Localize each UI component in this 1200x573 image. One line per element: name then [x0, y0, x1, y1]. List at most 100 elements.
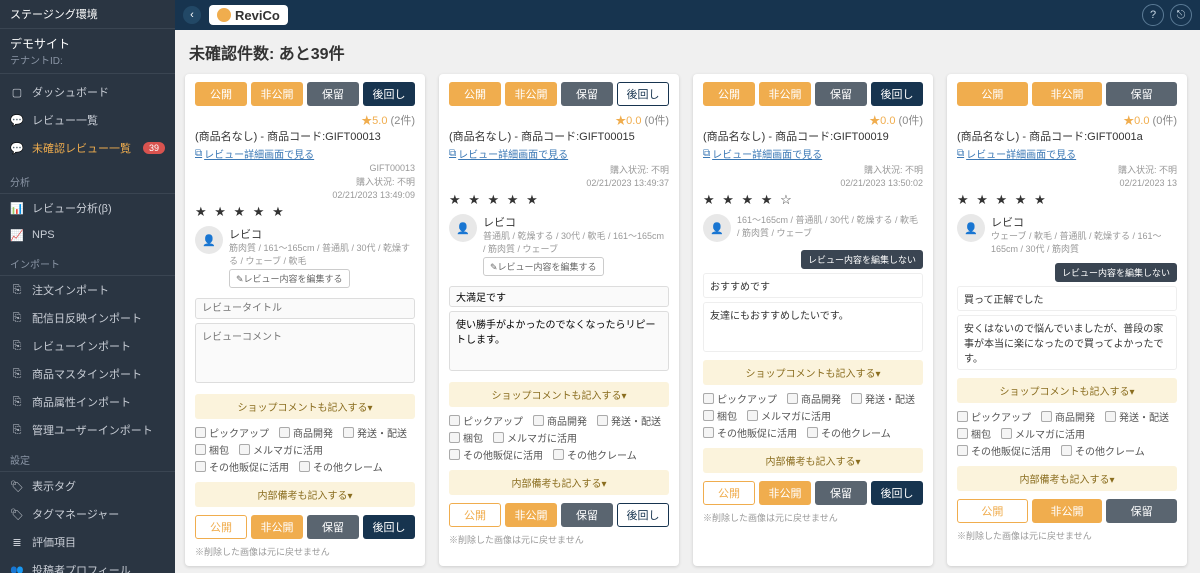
edit-content-button[interactable]: ✎レビュー内容を編集する — [483, 257, 604, 276]
private-button[interactable]: 非公開 — [759, 82, 811, 106]
chk-mail[interactable]: メルマガに活用 — [239, 442, 323, 457]
chk-ship[interactable]: 発送・配送 — [1105, 409, 1169, 424]
chk-dev[interactable]: 商品開発 — [787, 391, 841, 406]
sidebar-collapse-button[interactable]: ‹ — [183, 6, 201, 24]
private-button[interactable]: 非公開 — [251, 82, 303, 106]
nav-review-import[interactable]: ⎘レビューインポート — [0, 332, 175, 360]
detail-link[interactable]: ⧉レビュー詳細画面で見る — [957, 146, 1177, 161]
private-button[interactable]: 非公開 — [505, 503, 557, 527]
hold-button[interactable]: 保留 — [307, 515, 359, 539]
publish-button[interactable]: 公開 — [195, 515, 247, 539]
chk-pack[interactable]: 梱包 — [449, 430, 483, 445]
chk-mail[interactable]: メルマガに活用 — [493, 430, 577, 445]
shop-comment-toggle[interactable]: ショップコメントも記入する▾ — [957, 378, 1177, 403]
nav-unconfirmed[interactable]: 💬未確認レビュー一覧39 — [0, 134, 175, 162]
later-button[interactable]: 後回し — [871, 82, 923, 106]
nav-admin-user-import[interactable]: ⎘管理ユーザーインポート — [0, 416, 175, 444]
no-edit-button[interactable]: レビュー内容を編集しない — [1055, 263, 1177, 282]
detail-link[interactable]: ⧉レビュー詳細画面で見る — [703, 146, 923, 161]
chk-pack[interactable]: 梱包 — [957, 426, 991, 441]
rating-count: (0件) — [1153, 115, 1177, 127]
nav-contributor-profile[interactable]: 👥投稿者プロフィール — [0, 556, 175, 573]
chk-dev[interactable]: 商品開発 — [533, 413, 587, 428]
nav-reviews[interactable]: 💬レビュー一覧 — [0, 106, 175, 134]
nav-dashboard[interactable]: ▢ダッシュボード — [0, 78, 175, 106]
publish-button[interactable]: 公開 — [957, 499, 1028, 523]
no-edit-button[interactable]: レビュー内容を編集しない — [801, 250, 923, 269]
internal-note-toggle[interactable]: 内部備考も記入する▾ — [195, 482, 415, 507]
nav-review-analysis[interactable]: 📊レビュー分析(β) — [0, 194, 175, 222]
nav-display-tag[interactable]: 🏷表示タグ — [0, 472, 175, 500]
help-button[interactable]: ? — [1142, 4, 1164, 26]
publish-button[interactable]: 公開 — [703, 481, 755, 505]
chk-other-claim[interactable]: その他クレーム — [807, 425, 891, 440]
nav-rating-items[interactable]: ≣評価項目 — [0, 528, 175, 556]
chk-other-sale[interactable]: その他販促に活用 — [703, 425, 797, 440]
logout-button[interactable]: ⎋ — [1170, 4, 1192, 26]
chk-ship[interactable]: 発送・配送 — [851, 391, 915, 406]
shop-comment-toggle[interactable]: ショップコメントも記入する▾ — [449, 382, 669, 407]
private-button[interactable]: 非公開 — [251, 515, 303, 539]
chk-mail[interactable]: メルマガに活用 — [1001, 426, 1085, 441]
chk-other-claim[interactable]: その他クレーム — [1061, 443, 1145, 458]
private-button[interactable]: 非公開 — [505, 82, 557, 106]
chk-pickup[interactable]: ピックアップ — [957, 409, 1031, 424]
shop-comment-toggle[interactable]: ショップコメントも記入する▾ — [195, 394, 415, 419]
chk-pack[interactable]: 梱包 — [703, 408, 737, 423]
chk-mail[interactable]: メルマガに活用 — [747, 408, 831, 423]
private-button[interactable]: 非公開 — [1032, 82, 1103, 106]
chk-other-claim[interactable]: その他クレーム — [553, 447, 637, 462]
chk-ship[interactable]: 発送・配送 — [597, 413, 661, 428]
hold-button[interactable]: 保留 — [1106, 82, 1177, 106]
chk-pickup[interactable]: ピックアップ — [703, 391, 777, 406]
hold-button[interactable]: 保留 — [307, 82, 359, 106]
chk-other-claim[interactable]: その他クレーム — [299, 459, 383, 474]
hold-button[interactable]: 保留 — [561, 503, 613, 527]
review-cards-row: 公開 非公開 保留 後回し ★5.0 (2件) (商品名なし) - 商品コード:… — [185, 74, 1200, 566]
later-button[interactable]: 後回し — [363, 515, 415, 539]
section-import: インポート — [0, 252, 175, 276]
chk-dev[interactable]: 商品開発 — [1041, 409, 1095, 424]
detail-link[interactable]: ⧉レビュー詳細画面で見る — [195, 146, 415, 161]
chk-ship[interactable]: 発送・配送 — [343, 425, 407, 440]
import-icon: ⎘ — [10, 339, 24, 353]
review-title-input[interactable] — [449, 286, 669, 307]
detail-link[interactable]: ⧉レビュー詳細画面で見る — [449, 146, 669, 161]
private-button[interactable]: 非公開 — [759, 481, 811, 505]
shop-comment-toggle[interactable]: ショップコメントも記入する▾ — [703, 360, 923, 385]
review-title-input[interactable] — [195, 298, 415, 319]
hold-button[interactable]: 保留 — [1106, 499, 1177, 523]
hold-button[interactable]: 保留 — [815, 481, 867, 505]
hold-button[interactable]: 保留 — [561, 82, 613, 106]
edit-content-button[interactable]: ✎レビュー内容を編集する — [229, 269, 350, 288]
nav-product-master-import[interactable]: ⎘商品マスタインポート — [0, 360, 175, 388]
internal-note-toggle[interactable]: 内部備考も記入する▾ — [449, 470, 669, 495]
later-button[interactable]: 後回し — [363, 82, 415, 106]
publish-button[interactable]: 公開 — [195, 82, 247, 106]
publish-button[interactable]: 公開 — [449, 82, 501, 106]
nav-product-attr-import[interactable]: ⎘商品属性インポート — [0, 388, 175, 416]
chk-other-sale[interactable]: その他販促に活用 — [195, 459, 289, 474]
chk-pack[interactable]: 梱包 — [195, 442, 229, 457]
publish-button[interactable]: 公開 — [957, 82, 1028, 106]
publish-button[interactable]: 公開 — [703, 82, 755, 106]
chk-pickup[interactable]: ピックアップ — [195, 425, 269, 440]
chk-other-sale[interactable]: その他販促に活用 — [957, 443, 1051, 458]
chk-dev[interactable]: 商品開発 — [279, 425, 333, 440]
chk-pickup[interactable]: ピックアップ — [449, 413, 523, 428]
hold-button[interactable]: 保留 — [815, 82, 867, 106]
later-button[interactable]: 後回し — [617, 82, 669, 106]
internal-note-toggle[interactable]: 内部備考も記入する▾ — [703, 448, 923, 473]
nav-order-import[interactable]: ⎘注文インポート — [0, 276, 175, 304]
private-button[interactable]: 非公開 — [1032, 499, 1103, 523]
later-button[interactable]: 後回し — [617, 503, 669, 527]
internal-note-toggle[interactable]: 内部備考も記入する▾ — [957, 466, 1177, 491]
nav-tag-manager[interactable]: 🏷タグマネージャー — [0, 500, 175, 528]
chk-other-sale[interactable]: その他販促に活用 — [449, 447, 543, 462]
review-body-input[interactable] — [195, 323, 415, 383]
review-body-input[interactable]: 使い勝手がよかったのでなくなったらリピートします。 — [449, 311, 669, 371]
nav-delivery-import[interactable]: ⎘配信日反映インポート — [0, 304, 175, 332]
nav-nps[interactable]: 📈NPS — [0, 222, 175, 248]
later-button[interactable]: 後回し — [871, 481, 923, 505]
publish-button[interactable]: 公開 — [449, 503, 501, 527]
